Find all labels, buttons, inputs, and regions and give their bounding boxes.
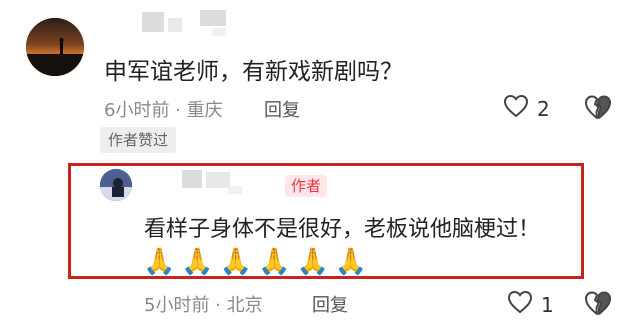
dislike-button[interactable] [584,290,612,320]
blurred-username [228,186,242,194]
commenter-avatar[interactable] [26,18,84,76]
comment-text: 申军谊老师，有新戏新剧吗？ [104,59,403,85]
blurred-username [200,10,226,26]
folded-hands-emoji: 🙏 [296,247,329,277]
reply-button[interactable]: 回复 [264,96,300,122]
like-count: 2 [537,96,550,121]
dislike-button[interactable] [584,94,612,124]
blurred-username [206,172,230,188]
folded-hands-emoji: 🙏 [258,247,291,277]
folded-hands-emoji: 🙏 [219,247,253,277]
folded-hands-emoji: 🙏 [334,247,368,277]
blurred-username [142,12,164,32]
broken-heart-icon [584,95,612,124]
emoji-row: 🙏 🙏 🙏 🙏 🙏 🙏 [143,247,367,277]
folded-hands-emoji: 🙏 [143,247,176,277]
blurred-username [168,18,182,32]
blurred-username [212,28,226,36]
reply-button[interactable]: 回复 [312,291,348,317]
author-avatar[interactable] [100,169,132,201]
heart-outline-icon [507,290,533,319]
folded-hands-emoji: 🙏 [181,247,214,277]
like-button[interactable]: 2 [503,94,550,123]
author-badge: 作者 [285,175,328,197]
heart-outline-icon [503,94,529,123]
like-button[interactable]: 1 [507,290,554,319]
reply-meta: 5小时前 · 北京 [144,295,263,316]
blurred-username [182,170,202,188]
comment-meta: 6小时前 · 重庆 [104,100,223,121]
broken-heart-icon [584,291,612,320]
like-count: 1 [541,292,554,317]
author-liked-badge: 作者赞过 [100,127,177,153]
reply-text: 看样子身体不是很好，老板说他脑梗过！ [144,217,541,242]
